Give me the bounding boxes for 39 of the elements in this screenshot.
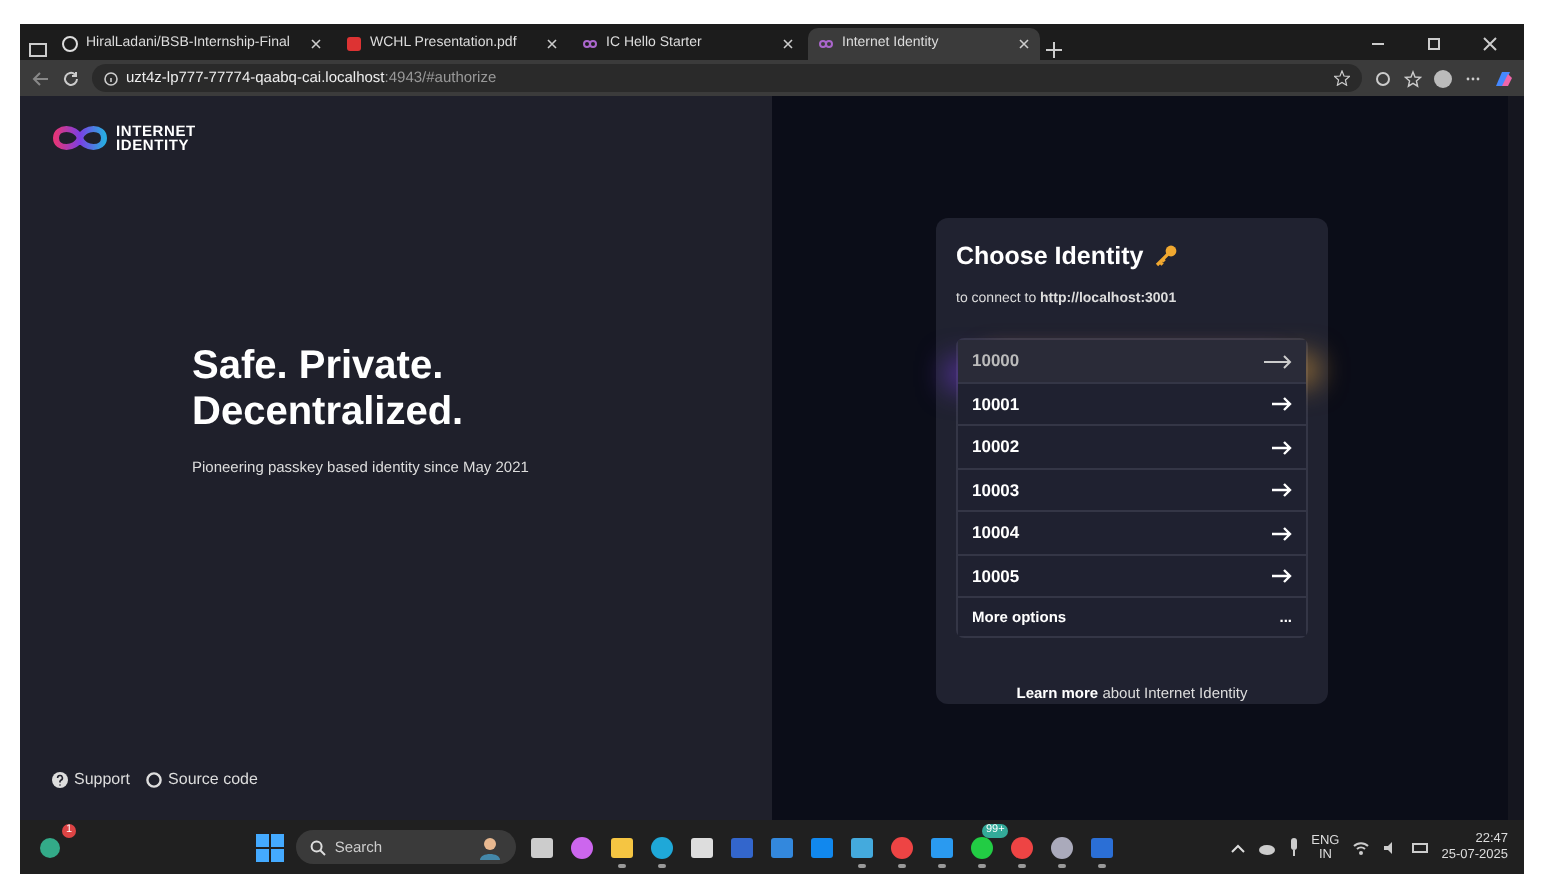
identity-row[interactable]: 10000 [958, 340, 1306, 384]
infinity-logo-icon [52, 124, 108, 152]
back-icon[interactable] [32, 69, 50, 87]
info-icon [104, 71, 118, 85]
reload-icon[interactable] [62, 69, 80, 87]
key-icon [1153, 244, 1178, 269]
arrow-right-icon [1272, 396, 1292, 412]
scrollbar[interactable] [1508, 96, 1524, 820]
favorites-icon[interactable] [1404, 69, 1422, 87]
search-icon [310, 839, 327, 855]
arrow-right-icon [1272, 525, 1292, 541]
microphone-icon[interactable] [1287, 838, 1300, 856]
footer-link[interactable]: Support [52, 768, 131, 792]
close-icon[interactable] [310, 38, 322, 50]
tab-actions-icon[interactable] [28, 40, 48, 60]
close-icon[interactable] [1480, 34, 1500, 54]
battery-icon[interactable] [1411, 839, 1430, 855]
person-drawing-icon [478, 835, 503, 859]
card-title: Choose Identity [956, 240, 1144, 274]
arrow-right-icon [1264, 353, 1292, 369]
arrow-right-icon [1272, 568, 1292, 584]
infinity-icon [582, 36, 598, 52]
headline: Safe. Private. Decentralized. [192, 344, 466, 436]
profile-avatar-icon[interactable] [1434, 69, 1452, 87]
arrow-right-icon [1272, 439, 1292, 455]
restore-icon[interactable] [1424, 34, 1444, 54]
infinity-icon [818, 36, 834, 52]
footer-link[interactable]: Source code [146, 768, 258, 792]
cloud-icon[interactable] [1257, 839, 1276, 855]
new-tab-icon[interactable] [1044, 40, 1064, 60]
close-icon[interactable] [782, 38, 794, 50]
arrow-right-icon [1272, 482, 1292, 498]
star-icon[interactable] [1334, 70, 1350, 86]
start-icon[interactable] [256, 833, 285, 861]
close-icon[interactable] [1018, 38, 1030, 50]
wifi-icon[interactable] [1351, 839, 1370, 855]
chevron-up-icon[interactable] [1229, 839, 1246, 855]
help-circle-icon [52, 772, 68, 788]
close-icon[interactable] [546, 38, 558, 50]
